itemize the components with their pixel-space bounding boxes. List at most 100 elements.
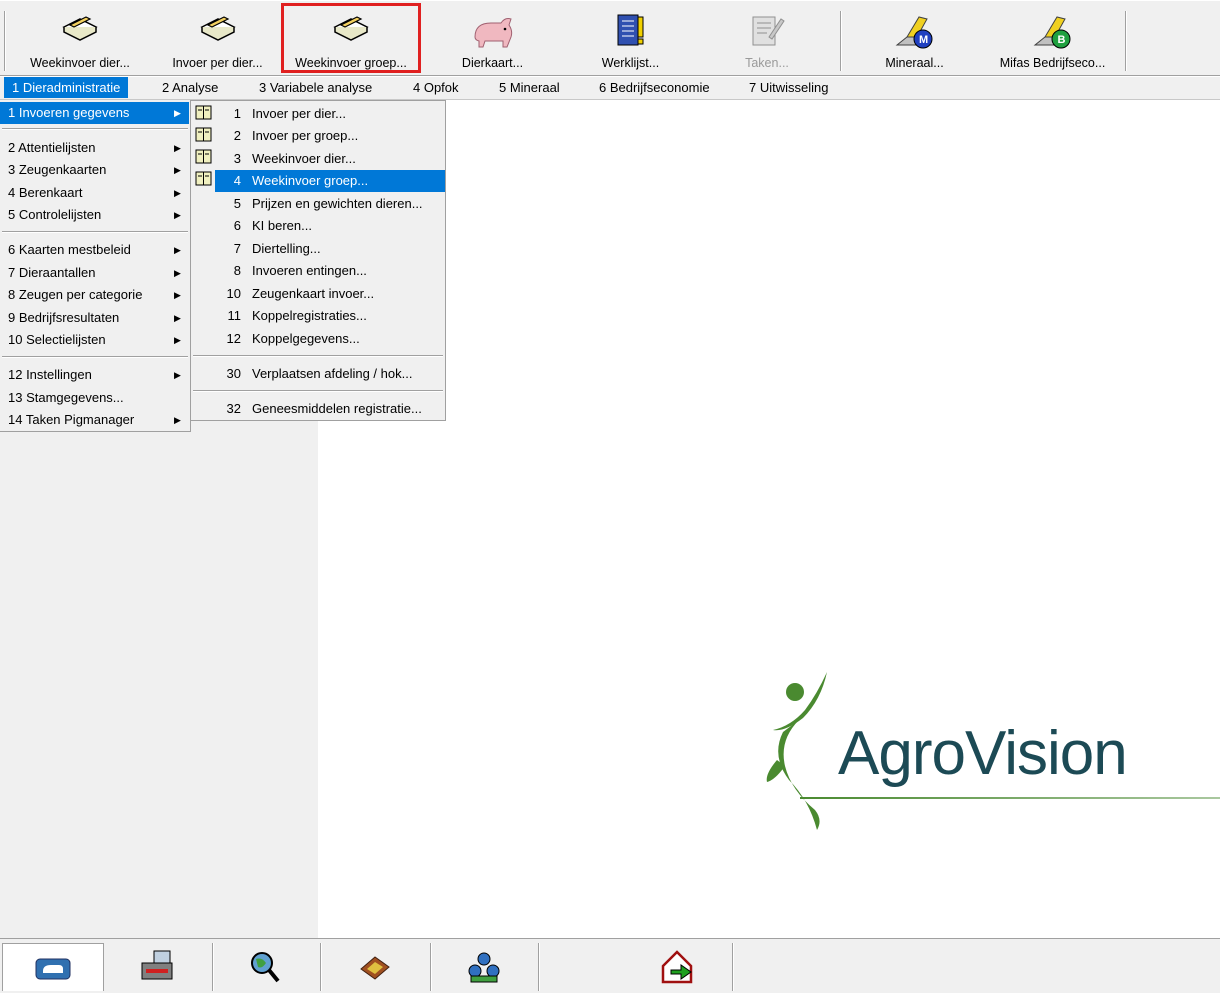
- menu-item-kaarten-mestbeleid[interactable]: 6 Kaarten mestbeleid ▶: [0, 239, 189, 261]
- submenu-arrow-icon: ▶: [174, 415, 181, 425]
- menu-item-berenkaart[interactable]: 4 Berenkaart ▶: [0, 182, 189, 204]
- menu-item-invoeren-gegevens[interactable]: 1 Invoeren gegevens ▶: [0, 102, 189, 124]
- menu-item-attentielijsten[interactable]: 2 Attentielijsten ▶: [0, 137, 189, 159]
- submenu-item-label: Koppelregistraties...: [252, 308, 367, 323]
- menu-analyse[interactable]: 2 Analyse: [154, 77, 226, 98]
- menu-item-zeugenkaarten[interactable]: 3 Zeugenkaarten ▶: [0, 159, 189, 181]
- submenu-item-label: Koppelgegevens...: [252, 331, 360, 346]
- submenu-invoeren-gegevens: 1 Invoer per dier... 2 Invoer per groep...…: [190, 100, 446, 421]
- menu-item-controlelijsten[interactable]: 5 Controlelijsten ▶: [0, 204, 189, 226]
- agrovision-logo-text: AgroVision: [838, 719, 1128, 788]
- submenu-item-number: 30: [226, 366, 241, 381]
- submenu-arrow-icon: ▶: [174, 143, 181, 153]
- submenu-item-number: 3: [233, 151, 241, 166]
- menu-item-label: 14 Taken Pigmanager: [8, 412, 135, 427]
- toolbar-mineraal-button[interactable]: M Mineraal...: [872, 5, 957, 73]
- menu-item-label: 9 Bedrijfsresultaten: [8, 310, 120, 325]
- submenu-arrow-icon: ▶: [174, 290, 181, 300]
- submenu-item-weekinvoer-dier[interactable]: 3 Weekinvoer dier...: [215, 148, 445, 170]
- animal-card-icon: [35, 958, 71, 979]
- submenu-item-invoer-per-groep[interactable]: 2 Invoer per groep...: [215, 125, 445, 147]
- menu-item-label: 6 Kaarten mestbeleid: [8, 242, 131, 257]
- submenu-item-label: Verplaatsen afdeling / hok...: [252, 366, 413, 381]
- toolbar-weekinvoer-dier-button[interactable]: Weekinvoer dier...: [20, 5, 140, 73]
- submenu-arrow-icon: ▶: [174, 268, 181, 278]
- printer-icon: [141, 950, 173, 980]
- submenu-arrow-icon: ▶: [174, 165, 181, 175]
- submenu-item-zeugenkaart-invoer[interactable]: 10 Zeugenkaart invoer...: [215, 283, 445, 305]
- menu-mineraal[interactable]: 5 Mineraal: [491, 77, 568, 98]
- submenu-item-number: 5: [233, 196, 241, 211]
- menu-item-label: 8 Zeugen per categorie: [8, 287, 143, 302]
- bottom-search-button[interactable]: [214, 943, 318, 991]
- callout-highlight-box: [281, 3, 421, 73]
- menu-item-label: 4 Berenkaart: [8, 185, 83, 200]
- toolbar-dierkaart-button[interactable]: Dierkaart...: [450, 5, 535, 73]
- submenu-separator: [193, 390, 443, 392]
- submenu-item-label: Geneesmiddelen registratie...: [252, 401, 422, 416]
- book-icon: [195, 105, 212, 120]
- toolbar-label: Mifas Bedrijfseco...: [999, 56, 1106, 70]
- toolbar-label: Mineraal...: [885, 56, 944, 70]
- bottom-print-button[interactable]: [106, 943, 210, 991]
- bottom-help-button[interactable]: [322, 943, 428, 991]
- group-icon: [468, 952, 500, 983]
- menu-separator: [2, 356, 188, 358]
- menu-bedrijfseconomie[interactable]: 6 Bedrijfseconomie: [591, 77, 718, 98]
- mifas-b-icon: B: [1033, 16, 1070, 49]
- bottom-separator: [732, 943, 734, 991]
- menu-opfok[interactable]: 4 Opfok: [405, 77, 467, 98]
- book-icon: [195, 171, 212, 186]
- menu-item-selectielijsten[interactable]: 10 Selectielijsten ▶: [0, 329, 189, 351]
- submenu-item-weekinvoer-groep[interactable]: 4 Weekinvoer groep...: [215, 170, 445, 192]
- book-pencil-icon: [62, 16, 98, 41]
- menu-item-label: 7 Dieraantallen: [8, 265, 96, 280]
- menu-uitwisseling[interactable]: 7 Uitwisseling: [741, 77, 836, 98]
- svg-text:M: M: [919, 34, 928, 46]
- bottom-dieradministratie-button[interactable]: [2, 943, 104, 991]
- menu-variabele-analyse[interactable]: 3 Variabele analyse: [251, 77, 380, 98]
- submenu-item-number: 1: [233, 106, 241, 121]
- submenu-item-prijzen-gewichten[interactable]: 5 Prijzen en gewichten dieren...: [215, 193, 445, 215]
- submenu-item-invoer-per-dier[interactable]: 1 Invoer per dier...: [215, 103, 445, 125]
- submenu-item-label: Zeugenkaart invoer...: [252, 286, 375, 301]
- submenu-item-koppelgegevens[interactable]: 12 Koppelgegevens...: [215, 328, 445, 350]
- submenu-item-koppelregistraties[interactable]: 11 Koppelregistraties...: [215, 305, 445, 327]
- submenu-item-verplaatsen-afdeling[interactable]: 30 Verplaatsen afdeling / hok...: [215, 363, 445, 385]
- menu-item-bedrijfsresultaten[interactable]: 9 Bedrijfsresultaten ▶: [0, 307, 189, 329]
- tasks-icon: [752, 16, 785, 46]
- menu-item-label: 5 Controlelijsten: [8, 207, 102, 222]
- menu-item-stamgegevens[interactable]: 13 Stamgegevens...: [0, 387, 189, 409]
- toolbar-taken-button[interactable]: Taken...: [727, 5, 807, 73]
- bottom-toolbar: [0, 938, 1220, 993]
- submenu-item-invoeren-entingen[interactable]: 8 Invoeren entingen...: [215, 260, 445, 282]
- menu-item-label: 3 Zeugenkaarten: [8, 162, 107, 177]
- menu-item-dieraantallen[interactable]: 7 Dieraantallen ▶: [0, 262, 189, 284]
- toolbar-separator: [840, 11, 842, 71]
- menu-item-label: 2 Attentielijsten: [8, 140, 96, 155]
- bottom-group-button[interactable]: [432, 943, 536, 991]
- submenu-item-number: 2: [233, 128, 241, 143]
- submenu-item-diertelling[interactable]: 7 Diertelling...: [215, 238, 445, 260]
- menu-item-label: 1 Invoeren gegevens: [8, 105, 130, 120]
- menu-dieradministratie[interactable]: 1 Dieradministratie: [4, 77, 129, 98]
- submenu-item-label: Invoer per groep...: [252, 128, 359, 143]
- exit-house-icon: [661, 950, 693, 984]
- menu-item-zeugen-per-categorie[interactable]: 8 Zeugen per categorie ▶: [0, 284, 189, 306]
- submenu-item-label: KI beren...: [252, 218, 312, 233]
- toolbar-werklijst-button[interactable]: Werklijst...: [588, 5, 673, 73]
- menu-item-instellingen[interactable]: 12 Instellingen ▶: [0, 364, 189, 386]
- book-icon: [195, 127, 212, 142]
- menu-separator: [2, 128, 188, 130]
- toolbar-mifas-bedrijfseco-button[interactable]: B Mifas Bedrijfseco...: [990, 5, 1115, 73]
- bottom-exit-button[interactable]: [626, 943, 730, 991]
- submenu-item-label: Prijzen en gewichten dieren...: [252, 196, 423, 211]
- book-pencil-icon: [199, 16, 236, 41]
- submenu-arrow-icon: ▶: [174, 335, 181, 345]
- submenu-arrow-icon: ▶: [174, 210, 181, 220]
- submenu-item-geneesmiddelen-registratie[interactable]: 32 Geneesmiddelen registratie...: [215, 398, 445, 420]
- submenu-item-ki-beren[interactable]: 6 KI beren...: [215, 215, 445, 237]
- mifas-m-icon: M: [895, 16, 932, 49]
- toolbar-invoer-per-dier-button[interactable]: Invoer per dier...: [160, 5, 275, 73]
- menu-item-taken-pigmanager[interactable]: 14 Taken Pigmanager ▶: [0, 409, 189, 431]
